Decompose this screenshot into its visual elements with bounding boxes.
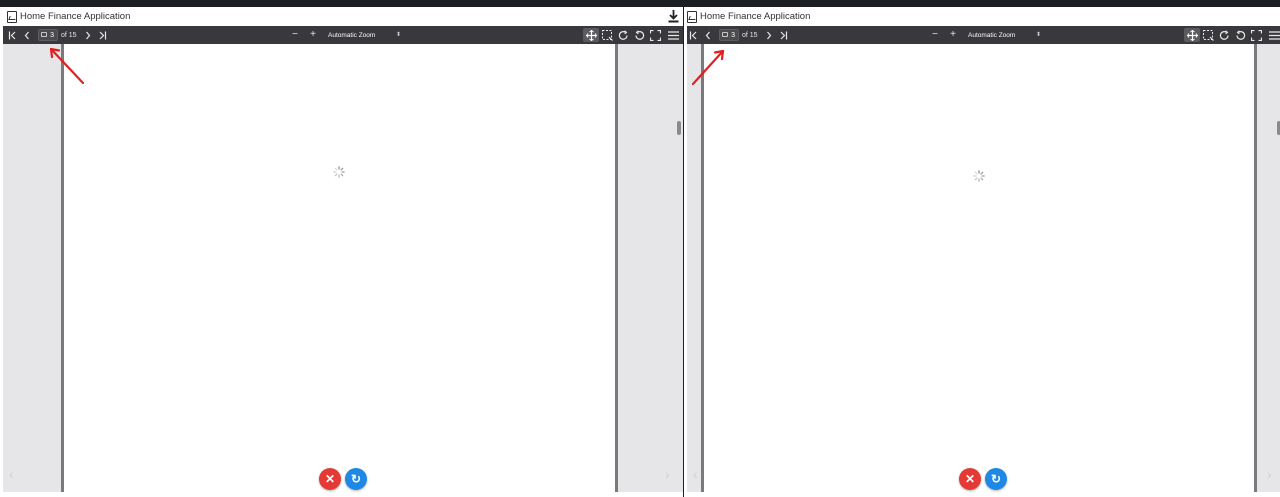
- pdf-toolbar: 3 of 15 − + Automatic Zoom ⬍: [3, 26, 683, 44]
- chevron-right-icon[interactable]: [762, 28, 776, 42]
- select-caret-icon: ⬍: [395, 32, 401, 38]
- annotation-arrow-icon: [691, 49, 725, 86]
- zoom-value: Automatic Zoom: [968, 31, 1016, 39]
- select-caret-icon: ⬍: [1035, 32, 1041, 38]
- loading-spinner-icon: [333, 166, 345, 178]
- zoom-in-button[interactable]: +: [946, 28, 960, 42]
- cancel-button[interactable]: ✕: [319, 468, 341, 490]
- action-buttons: ✕ ↻: [319, 468, 367, 490]
- download-icon[interactable]: [668, 10, 679, 23]
- last-page-icon[interactable]: [95, 28, 109, 42]
- top-strip: [0, 0, 1280, 7]
- pdf-page: [64, 44, 615, 492]
- right-pdf-viewer: Home Finance Application 3 of 15 − + Aut…: [684, 7, 1280, 497]
- title-bar: Home Finance Application: [684, 7, 1280, 26]
- hamburger-menu-icon[interactable]: [1266, 28, 1280, 42]
- tool-buttons: [1184, 28, 1280, 42]
- first-page-icon[interactable]: [6, 28, 20, 42]
- title-bar: Home Finance Application: [0, 7, 683, 26]
- marquee-select-icon[interactable]: [1200, 28, 1216, 42]
- rotate-counterclockwise-icon[interactable]: [1232, 28, 1248, 42]
- page-number-input[interactable]: 3: [38, 29, 58, 41]
- pdf-document-icon: [687, 10, 697, 23]
- loading-spinner-icon: [973, 170, 985, 182]
- zoom-value: Automatic Zoom: [328, 31, 376, 39]
- zoom-in-button[interactable]: +: [306, 28, 320, 42]
- next-page-arrow-icon[interactable]: ›: [665, 466, 670, 482]
- prev-page-arrow-icon[interactable]: ‹: [693, 466, 698, 482]
- action-buttons: ✕ ↻: [959, 468, 1007, 490]
- chevron-left-icon[interactable]: [701, 28, 715, 42]
- page-count: of 15: [742, 31, 758, 39]
- page-number-value: 3: [731, 31, 735, 39]
- prev-page-arrow-icon[interactable]: ‹: [9, 466, 14, 482]
- page-edge-right: [615, 44, 618, 492]
- next-page-arrow-icon[interactable]: ›: [1267, 466, 1272, 482]
- rotate-clockwise-icon[interactable]: [1216, 28, 1232, 42]
- annotation-arrow-icon: [49, 47, 85, 85]
- first-page-icon[interactable]: [687, 28, 701, 42]
- hand-pan-icon[interactable]: [1184, 28, 1200, 42]
- page-number-input[interactable]: 3: [719, 29, 739, 41]
- page-edge-right: [1254, 44, 1257, 492]
- hamburger-menu-icon[interactable]: [665, 28, 681, 42]
- rotate-clockwise-icon[interactable]: [615, 28, 631, 42]
- refresh-button[interactable]: ↻: [345, 468, 367, 490]
- chevron-left-icon[interactable]: [20, 28, 34, 42]
- chevron-right-icon[interactable]: [81, 28, 95, 42]
- fullscreen-icon[interactable]: [1248, 28, 1264, 42]
- left-pdf-viewer: Home Finance Application 3 of 15 − + Aut…: [0, 7, 683, 497]
- comment-icon: [722, 32, 728, 37]
- fullscreen-icon[interactable]: [647, 28, 663, 42]
- tool-buttons: [583, 28, 681, 42]
- page-count: of 15: [61, 31, 77, 39]
- zoom-out-button[interactable]: −: [928, 28, 942, 42]
- hand-pan-icon[interactable]: [583, 28, 599, 42]
- zoom-select[interactable]: Automatic Zoom ⬍: [324, 29, 404, 41]
- cancel-button[interactable]: ✕: [959, 468, 981, 490]
- document-title: Home Finance Application: [20, 11, 131, 22]
- document-title: Home Finance Application: [700, 11, 811, 22]
- pdf-viewer-area[interactable]: ‹ ›: [687, 44, 1280, 492]
- pdf-viewer-area[interactable]: ‹ ›: [3, 44, 683, 492]
- refresh-button[interactable]: ↻: [985, 468, 1007, 490]
- pdf-toolbar: 3 of 15 − + Automatic Zoom ⬍: [687, 26, 1280, 44]
- marquee-select-icon[interactable]: [599, 28, 615, 42]
- scrollbar-thumb[interactable]: [677, 121, 681, 135]
- zoom-select[interactable]: Automatic Zoom ⬍: [964, 29, 1044, 41]
- page-number-value: 3: [50, 31, 54, 39]
- rotate-counterclockwise-icon[interactable]: [631, 28, 647, 42]
- zoom-controls: − + Automatic Zoom ⬍: [288, 28, 404, 42]
- comment-icon: [41, 32, 47, 37]
- zoom-controls: − + Automatic Zoom ⬍: [928, 28, 1044, 42]
- pdf-page: [704, 44, 1254, 492]
- last-page-icon[interactable]: [776, 28, 790, 42]
- pdf-document-icon: [7, 10, 17, 23]
- zoom-out-button[interactable]: −: [288, 28, 302, 42]
